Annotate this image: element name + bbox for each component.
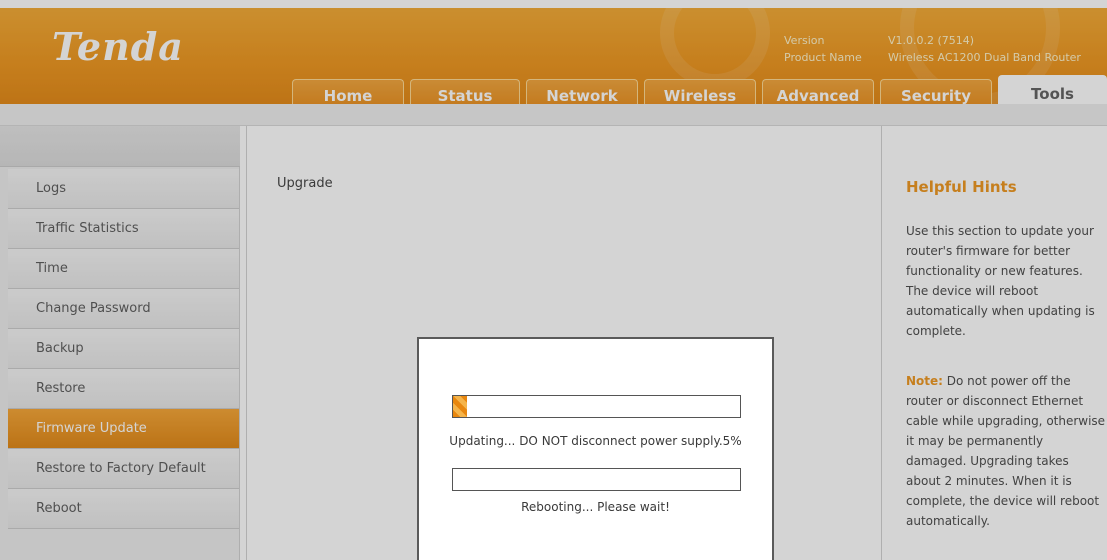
reboot-progress-bar: [452, 468, 741, 491]
update-status-message: Updating... DO NOT disconnect power supp…: [449, 434, 742, 448]
upgrade-dialog: Updating... DO NOT disconnect power supp…: [417, 337, 774, 560]
router-admin-page: Tenda Version Product Name V1.0.0.2 (751…: [0, 0, 1107, 560]
update-progress-bar: [452, 395, 741, 418]
reboot-status-message: Rebooting... Please wait!: [521, 500, 670, 514]
update-progress-fill: [453, 396, 468, 417]
